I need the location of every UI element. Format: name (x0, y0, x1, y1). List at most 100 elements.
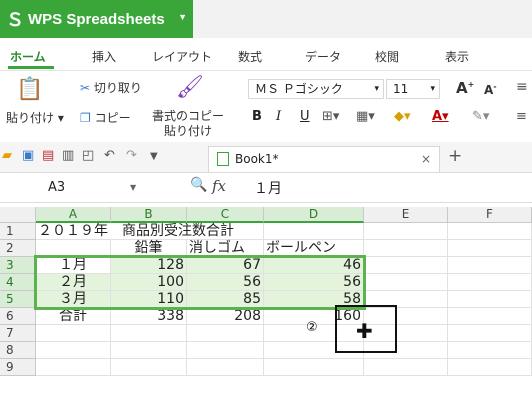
cell-c6[interactable]: 208 (187, 308, 264, 325)
align-justify-icon[interactable]: ≡ (516, 109, 527, 124)
cell-a8[interactable] (36, 342, 111, 359)
cell-e1[interactable] (364, 223, 448, 240)
format-painter-button[interactable]: 書式のコピー 貼り付け (152, 109, 224, 139)
cell-e3[interactable] (364, 257, 448, 274)
zoom-icon[interactable]: 🔍 (190, 177, 207, 193)
cell-c4[interactable]: 56 (187, 274, 264, 291)
column-header-d[interactable]: D (264, 207, 364, 223)
cell-b4[interactable]: 100 (111, 274, 187, 291)
close-icon[interactable]: × (421, 147, 431, 171)
name-box[interactable]: A3 (26, 178, 144, 198)
paste-button[interactable]: 貼り付け ▾ (6, 109, 64, 126)
cell-a4[interactable]: ２月 (36, 274, 111, 291)
fill-handle-cursor-icon[interactable]: ✚ (356, 321, 373, 341)
cell-d5[interactable]: 58 (264, 291, 364, 308)
cell-f6[interactable] (448, 308, 532, 325)
chevron-down-icon[interactable]: ▼ (130, 183, 136, 192)
align-icon[interactable]: ≡ (516, 79, 528, 95)
undo-icon[interactable]: ↶ (104, 148, 115, 163)
cell-c7[interactable] (187, 325, 264, 342)
cell-b9[interactable] (111, 359, 187, 376)
row-header-8[interactable]: 8 (0, 342, 36, 359)
tab-layout[interactable]: レイアウト (152, 48, 212, 65)
column-header-e[interactable]: E (364, 207, 448, 223)
fill-color-icon[interactable]: ◆▾ (394, 109, 411, 124)
cell-e6[interactable] (364, 308, 448, 325)
cell-f7[interactable] (448, 325, 532, 342)
column-header-b[interactable]: B (111, 207, 187, 223)
cell-e9[interactable] (364, 359, 448, 376)
cell-f4[interactable] (448, 274, 532, 291)
tab-review[interactable]: 校閲 (375, 48, 399, 65)
border-icon[interactable]: ⊞▾ (322, 109, 339, 124)
fill-pattern-icon[interactable]: ▦▾ (356, 109, 375, 124)
cell-c3[interactable]: 67 (187, 257, 264, 274)
new-tab-icon[interactable]: + (448, 146, 462, 166)
app-menu-button[interactable]: Ｓ WPS Spreadsheets ▼ (0, 0, 193, 38)
row-header-7[interactable]: 7 (0, 325, 36, 342)
cell-f2[interactable] (448, 240, 532, 257)
chevron-down-icon[interactable]: ▼ (150, 151, 158, 162)
cell-f9[interactable] (448, 359, 532, 376)
select-all-corner[interactable] (0, 207, 36, 223)
cell-c1[interactable] (187, 223, 264, 240)
font-name-select[interactable]: ＭＳ Ｐゴシック ▾ (248, 79, 384, 99)
cell-d3[interactable]: 46 (264, 257, 364, 274)
cell-f5[interactable] (448, 291, 532, 308)
font-color-icon[interactable]: A▾ (432, 109, 449, 124)
underline-button[interactable]: U (300, 109, 310, 124)
formula-input[interactable]: １月 (254, 178, 282, 198)
cell-f3[interactable] (448, 257, 532, 274)
row-header-3[interactable]: 3 (0, 257, 36, 274)
cell-e2[interactable] (364, 240, 448, 257)
row-header-1[interactable]: 1 (0, 223, 36, 240)
tab-view[interactable]: 表示 (445, 48, 469, 65)
cell-e8[interactable] (364, 342, 448, 359)
copy-button[interactable]: ❐ コピー (80, 109, 131, 126)
cell-a7[interactable] (36, 325, 111, 342)
cell-d9[interactable] (264, 359, 364, 376)
tab-formulas[interactable]: 数式 (238, 48, 262, 65)
column-header-a[interactable]: A (36, 207, 111, 223)
font-grow-button[interactable]: A+ (456, 79, 474, 97)
cell-f8[interactable] (448, 342, 532, 359)
cell-c2[interactable]: 消しゴム (187, 240, 264, 257)
clear-format-icon[interactable]: ✎▾ (472, 109, 489, 124)
cell-a3[interactable]: １月 (36, 257, 111, 274)
export-pdf-icon[interactable]: ▤ (42, 148, 54, 163)
cell-c5[interactable]: 85 (187, 291, 264, 308)
italic-button[interactable]: I (276, 109, 281, 124)
cell-e5[interactable] (364, 291, 448, 308)
row-header-9[interactable]: 9 (0, 359, 36, 376)
folder-icon[interactable]: ▰ (2, 148, 12, 163)
row-header-2[interactable]: 2 (0, 240, 36, 257)
print-preview-icon[interactable]: ◰ (82, 148, 94, 163)
cell-b8[interactable] (111, 342, 187, 359)
tab-insert[interactable]: 挿入 (92, 48, 116, 65)
cell-b5[interactable]: 110 (111, 291, 187, 308)
row-header-5[interactable]: 5 (0, 291, 36, 308)
tab-home[interactable]: ホーム (10, 48, 46, 65)
row-header-4[interactable]: 4 (0, 274, 36, 291)
column-header-f[interactable]: F (448, 207, 532, 223)
cell-a2[interactable] (36, 240, 111, 257)
cell-d8[interactable] (264, 342, 364, 359)
cell-a9[interactable] (36, 359, 111, 376)
paste-icon[interactable]: 📋 (16, 77, 43, 102)
cell-b3[interactable]: 128 (111, 257, 187, 274)
cell-d1[interactable] (264, 223, 364, 240)
cell-a6[interactable]: 合計 (36, 308, 111, 325)
tab-data[interactable]: データ (305, 48, 341, 65)
cell-b2[interactable]: 鉛筆 (111, 240, 187, 257)
cell-d4[interactable]: 56 (264, 274, 364, 291)
font-size-select[interactable]: 11 ▾ (386, 79, 440, 99)
cell-b6[interactable]: 338 (111, 308, 187, 325)
cell-b1[interactable] (111, 223, 187, 240)
cell-c9[interactable] (187, 359, 264, 376)
font-shrink-button[interactable]: A- (484, 82, 497, 97)
cell-b7[interactable] (111, 325, 187, 342)
bold-button[interactable]: B (252, 109, 262, 124)
cell-a1[interactable]: ２０１９年 商品別受注数合計 (36, 223, 234, 240)
cell-d2[interactable]: ボールペン (264, 240, 364, 257)
cut-button[interactable]: ✂ 切り取り (80, 79, 142, 96)
